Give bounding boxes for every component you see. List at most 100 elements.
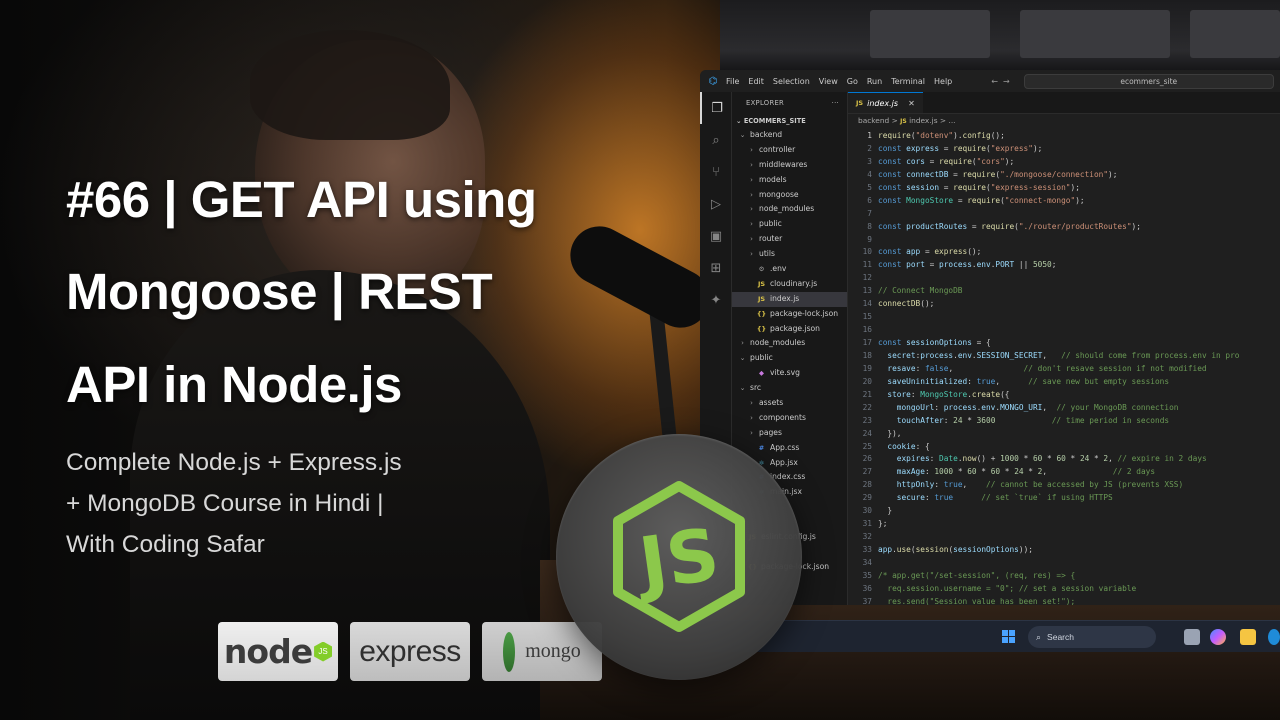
explorer-icon[interactable]: ❐ [700,92,732,124]
close-icon[interactable]: ✕ [908,99,915,108]
tree-folder[interactable]: › components [732,411,847,426]
tree-file[interactable]: JS cloudinary.js [732,277,847,292]
tree-item-label: public [759,219,782,229]
line-number: 6 [867,195,872,205]
code-line: 35 /* app.get("/set-session", (req, res) … [848,570,1280,583]
code-text: const connectDB = require("./mongoose/co… [878,169,1117,182]
code-token: require [981,221,1015,231]
code-token: ; [1051,260,1057,270]
explorer-more-icon[interactable]: ··· [832,99,839,107]
tree-item-label: router [759,234,783,244]
code-token: require [962,169,996,179]
line-number: 11 [862,260,872,270]
tree-folder[interactable]: › mongoose [732,188,847,203]
code-token: env [976,260,991,270]
menu-item-run[interactable]: Run [867,77,882,86]
code-line: 30 } [848,505,1280,518]
remote-explorer-icon[interactable]: ▣ [700,220,732,252]
tree-folder[interactable]: › utils [732,247,847,262]
menu-item-help[interactable]: Help [934,77,952,86]
menu-item-selection[interactable]: Selection [773,77,810,86]
run-debug-icon[interactable]: ▷ [700,188,732,220]
code-token: 1000 [934,467,954,477]
tree-folder[interactable]: › controller [732,143,847,158]
menu-item-edit[interactable]: Edit [748,77,764,86]
code-token: || [1014,260,1033,270]
code-line: 31}; [848,518,1280,531]
menu-item-view[interactable]: View [819,77,838,86]
tab-index-js[interactable]: JS index.js ✕ [848,92,923,113]
code-token: , [1042,467,1113,477]
tree-folder[interactable]: › router [732,232,847,247]
code-token: 1000 [1000,454,1019,464]
code-token: port [906,260,925,270]
copilot-icon[interactable] [1210,629,1226,645]
code-token: }; [878,519,888,529]
tree-folder[interactable]: › node_modules [732,202,847,217]
code-text: const session = require("express-session… [878,182,1080,195]
menu-item-terminal[interactable]: Terminal [891,77,925,86]
code-text: req.session.username = "0"; // set a ses… [878,583,1136,596]
code-line: 18 secret:process.env.SESSION_SECRET, //… [848,350,1280,363]
edge-icon[interactable] [1268,629,1280,645]
command-center-search[interactable]: ecommers_site [1023,73,1274,89]
tree-folder[interactable]: › node_modules [732,336,847,351]
tree-folder[interactable]: › assets [732,396,847,411]
workspace-root[interactable]: ⌄ ECOMMERS_SITE [732,114,847,128]
tree-folder[interactable]: › public [732,217,847,232]
tree-file[interactable]: {} package.json [732,322,847,337]
breadcrumb-file[interactable]: index.js [909,116,937,125]
tree-file[interactable]: ◆ vite.svg [732,366,847,381]
code-token: const [878,143,907,153]
tree-folder[interactable]: ⌄ src [732,381,847,396]
code-token: resave [887,363,916,373]
code-text: store: MongoStore.create({ [878,389,1009,402]
code-token: expires [896,454,930,464]
line-number: 19 [862,363,872,373]
code-editor[interactable]: 1 require("dotenv").config(); 2 const expre… [848,130,1280,605]
tree-file[interactable]: JS index.js [732,291,847,307]
code-token: express [934,247,968,257]
file-type-icon: {} [756,324,767,333]
file-type-icon: JS [757,279,766,288]
tree-folder[interactable]: › middlewares [732,158,847,173]
breadcrumb-folder[interactable]: backend [858,116,889,125]
task-view-icon[interactable] [1184,629,1200,645]
windows-start-icon[interactable] [1002,630,1016,644]
tree-file[interactable]: {}package-lock.json [732,307,847,322]
tree-file[interactable]: ⚙ .env [732,262,847,277]
tree-folder[interactable]: ⌄ backend [732,128,847,143]
extensions-icon[interactable]: ⊞ [700,252,732,284]
presenter-hair [250,30,450,140]
code-token: () + [976,454,1001,464]
menu-item-file[interactable]: File [726,77,739,86]
menu-item-go[interactable]: Go [847,77,858,86]
code-token: const [878,247,907,257]
line-number: 8 [867,221,872,231]
code-token: , [962,480,986,490]
line-number: 26 [862,454,872,464]
taskbar-search[interactable]: ⌕ Search [1028,626,1156,648]
code-token: cookie [887,441,916,451]
line-number: 22 [862,402,872,412]
file-explorer-icon[interactable] [1240,629,1256,645]
explorer-header: EXPLORER ··· [732,92,847,114]
code-token: /* app.get("/set-session", (req, res) =>… [878,570,1076,580]
chat-icon[interactable]: ✦ [700,284,732,316]
code-token: process [943,402,977,412]
code-text: } [878,505,892,518]
search-icon[interactable]: ⌕ [700,124,732,156]
tree-folder[interactable]: ⌄ public [732,351,847,366]
tree-folder[interactable]: › models [732,173,847,188]
code-text: // Connect MongoDB [878,285,963,298]
code-token: ({ [1000,389,1010,399]
workspace-root-label: ECOMMERS_SITE [743,117,806,125]
code-line: 19 resave: false, // don't resave sessio… [848,363,1280,376]
code-token: = [948,169,963,179]
code-token: : [924,493,935,503]
source-control-icon[interactable]: ⑂ [700,156,732,188]
history-nav-arrows-icon[interactable]: ← → [991,77,1010,86]
nodejs-hexagon-icon: JS [613,481,745,632]
